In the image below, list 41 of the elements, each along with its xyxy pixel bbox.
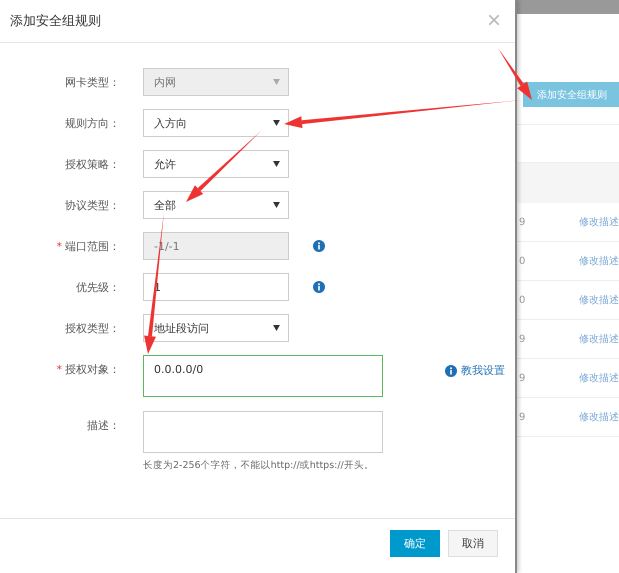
dialog-title: 添加安全组规则 [10, 13, 101, 30]
edit-description-link[interactable]: 修改描述 [579, 410, 619, 424]
required-mark: * [56, 362, 62, 376]
field-label: 授权类型： [65, 320, 120, 336]
help-link[interactable]: 教我设置 [445, 363, 505, 378]
text-area[interactable] [143, 411, 383, 453]
field-label: 网卡类型： [65, 74, 120, 90]
text-area[interactable]: 0.0.0.0/0 [143, 355, 383, 397]
edit-description-link[interactable]: 修改描述 [579, 332, 619, 346]
table-cell: 0 [519, 294, 526, 306]
field-label: 授权对象： [65, 362, 120, 376]
table-cell: 9 [519, 334, 526, 344]
table-cell: 9 [519, 216, 526, 228]
add-rule-button[interactable]: 添加安全组规则 [523, 82, 619, 107]
cancel-button[interactable]: 取消 [448, 530, 498, 557]
field-label: 端口范围： [65, 238, 120, 254]
caret-icon [273, 120, 280, 126]
hint-text: 长度为2-256个字符，不能以http://或https://开头。 [143, 459, 375, 472]
caret-icon [273, 79, 280, 85]
field-label: 描述： [87, 418, 120, 432]
select-field[interactable]: 入方向 [143, 109, 289, 137]
edit-description-link[interactable]: 修改描述 [579, 293, 619, 307]
field-label: 授权策略： [65, 156, 120, 172]
field-label: 协议类型： [65, 198, 120, 212]
table-cell: 9 [519, 412, 526, 422]
caret-icon [273, 202, 280, 208]
field-label: 优先级： [76, 280, 120, 294]
caret-icon [273, 161, 280, 167]
field-label: 规则方向： [65, 116, 120, 130]
table-cell: 0 [519, 256, 526, 266]
select-field[interactable]: 允许 [143, 150, 289, 178]
edit-description-link[interactable]: 修改描述 [579, 254, 619, 268]
select-field[interactable]: 地址段访问 [143, 314, 289, 342]
info-icon [445, 364, 457, 376]
confirm-button[interactable]: 确定 [390, 530, 440, 557]
table-cell: 9 [519, 372, 526, 384]
required-mark: * [56, 240, 62, 252]
caret-icon [273, 325, 280, 331]
edit-description-link[interactable]: 修改描述 [579, 215, 619, 229]
select-field[interactable]: 全部 [143, 191, 289, 219]
edit-description-link[interactable]: 修改描述 [579, 371, 619, 385]
